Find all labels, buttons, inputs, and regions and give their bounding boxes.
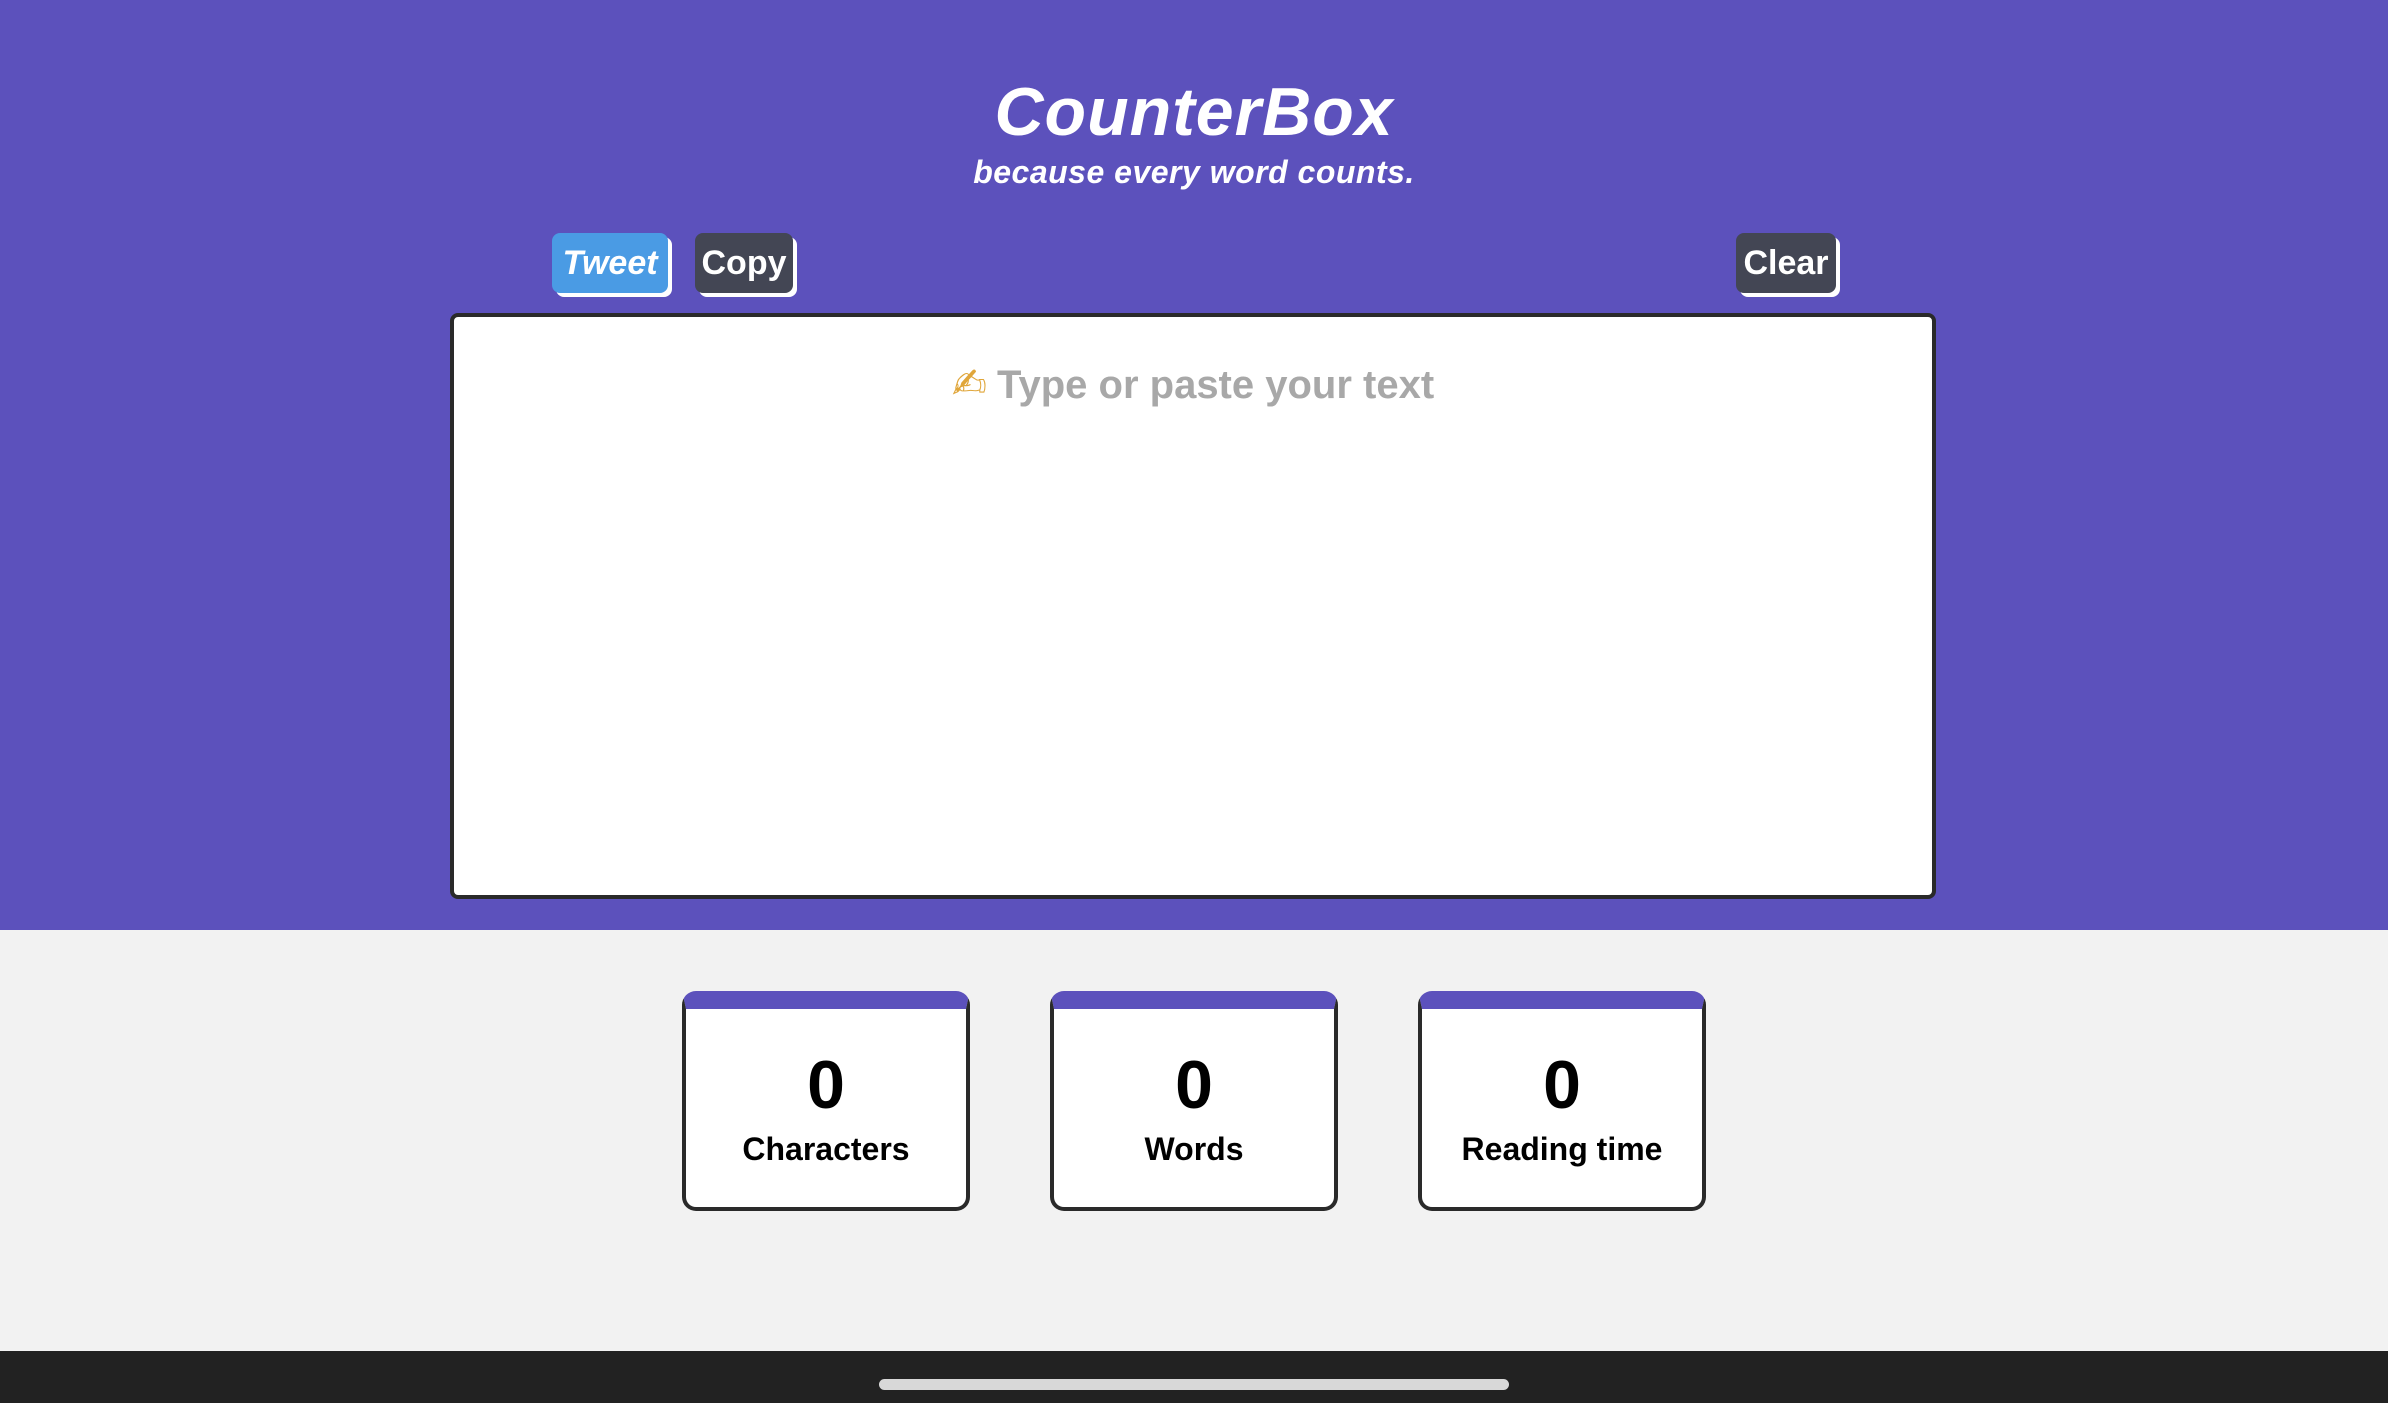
stat-card-characters: 0 Characters: [682, 991, 970, 1211]
copy-button[interactable]: Copy: [695, 233, 793, 293]
app-title: CounterBox: [994, 74, 1394, 150]
tweet-button[interactable]: Tweet: [552, 233, 668, 293]
app-tagline: because every word counts.: [973, 154, 1415, 190]
writing-hand-icon: ✍: [951, 360, 988, 407]
reading-time-label: Reading time: [1461, 1131, 1663, 1167]
reading-time-count: 0: [1543, 1047, 1581, 1123]
clear-button[interactable]: Clear: [1736, 233, 1836, 293]
home-indicator[interactable]: [879, 1379, 1509, 1390]
characters-count: 0: [807, 1047, 845, 1123]
stat-card-words: 0 Words: [1050, 991, 1338, 1211]
words-label: Words: [1144, 1131, 1244, 1167]
editor-placeholder: ✍ Type or paste your text: [454, 359, 1932, 410]
characters-label: Characters: [742, 1131, 910, 1167]
placeholder-text: Type or paste your text: [997, 363, 1435, 407]
words-count: 0: [1175, 1047, 1213, 1123]
bottom-bar: [0, 1351, 2388, 1403]
text-input-area[interactable]: ✍ Type or paste your text: [450, 313, 1936, 899]
stat-card-reading-time: 0 Reading time: [1418, 991, 1706, 1211]
header-section: CounterBox because every word counts. Tw…: [0, 0, 2388, 930]
